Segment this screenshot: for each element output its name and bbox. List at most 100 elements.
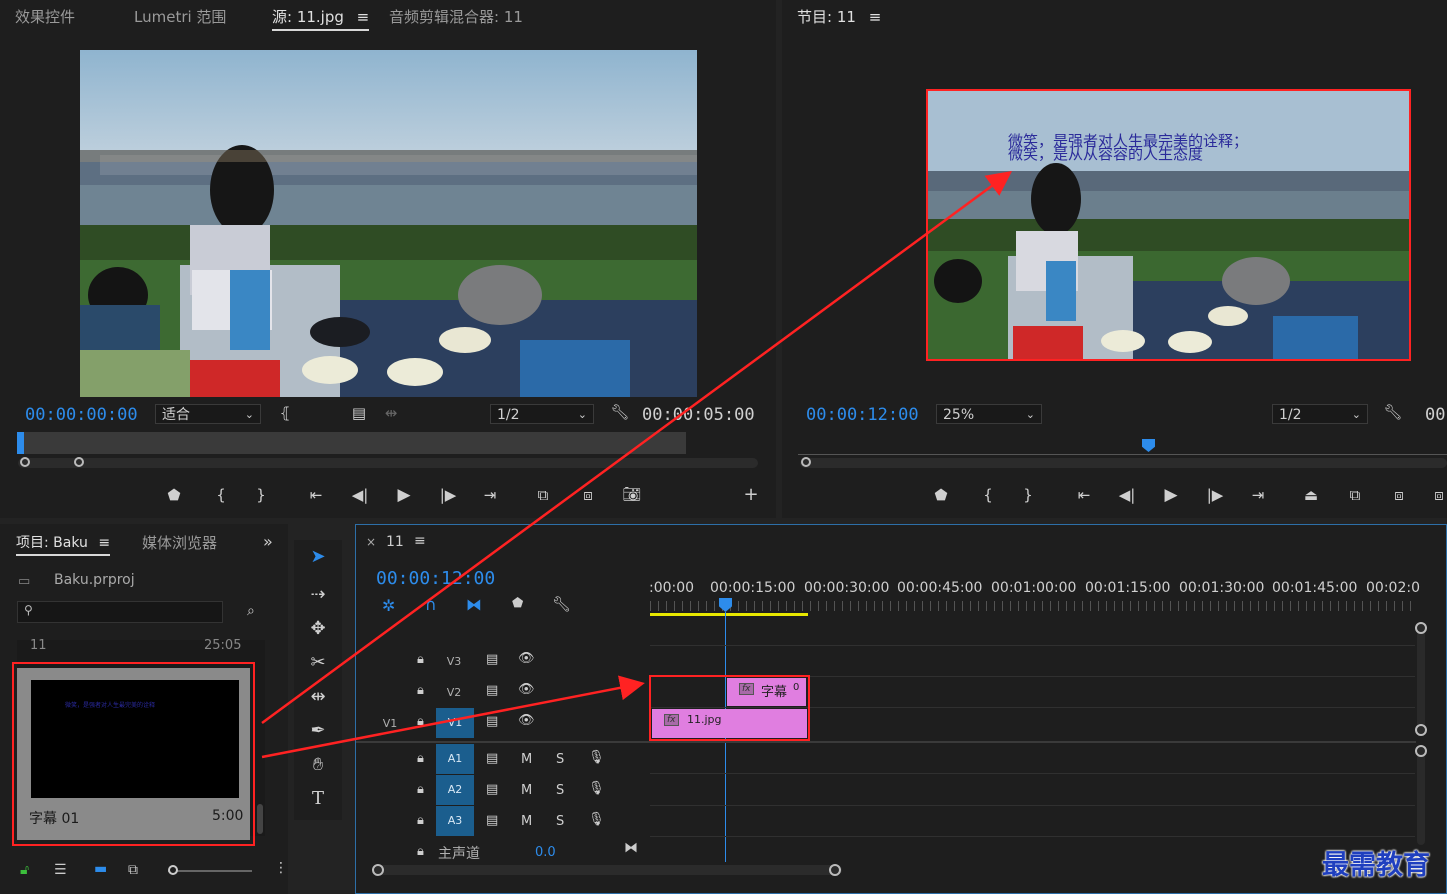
freeform-view-icon[interactable]: ⧉ — [128, 862, 138, 878]
more-options-icon[interactable]: ⋮ — [274, 860, 288, 876]
go-to-out-icon[interactable]: ⇥ — [1247, 486, 1269, 504]
program-zoom-dropdown[interactable]: 25% ⌄ — [936, 404, 1042, 424]
mark-in-icon[interactable]: { — [977, 486, 999, 504]
track-output-icon[interactable]: ▤ — [486, 782, 498, 797]
track-output-icon[interactable]: ▤ — [486, 751, 498, 766]
audio-tracks-scrollbar[interactable] — [1417, 745, 1425, 845]
compare-icon[interactable]: ⧈ — [1428, 486, 1447, 504]
go-to-in-icon[interactable]: ⇤ — [305, 486, 327, 504]
pen-tool-icon[interactable]: ✒︎ — [303, 720, 333, 741]
track-output-icon[interactable]: ▤ — [486, 683, 498, 698]
bin-scrollbar[interactable] — [257, 804, 263, 834]
go-to-in-icon[interactable]: ⇤ — [1073, 486, 1095, 504]
tab-effect-controls[interactable]: 效果控件 — [15, 6, 75, 27]
scroll-handle-right[interactable] — [829, 864, 841, 876]
source-zoom-scrollbar[interactable] — [18, 458, 758, 468]
tab-media-browser[interactable]: 媒体浏览器 — [142, 532, 217, 553]
track-lock-icon[interactable]: 🔒︎ — [417, 683, 424, 698]
timeline-zoom-scrollbar[interactable] — [372, 865, 842, 875]
eye-icon[interactable]: 👁︎ — [518, 682, 535, 697]
export-frame-camera-icon[interactable]: 📷︎ — [621, 485, 643, 503]
lift-icon[interactable]: ⏏︎ — [1300, 486, 1322, 504]
source-timecode-current[interactable]: 00:00:00:00 — [25, 405, 138, 425]
mark-out-icon[interactable]: } — [250, 486, 272, 504]
source-patch-v1[interactable]: V1 — [380, 717, 400, 730]
hand-tool-icon[interactable]: ✋︎ — [303, 754, 333, 775]
list-view-icon[interactable]: ☰ — [54, 862, 67, 878]
filmstrip-icon[interactable]: ▤ — [348, 404, 370, 422]
source-resolution-dropdown[interactable]: 1/2 ⌄ — [490, 404, 594, 424]
timeline-timecode[interactable]: 00:00:12:00 — [376, 568, 495, 589]
selection-tool-icon[interactable]: ➤ — [303, 546, 333, 567]
wrench-icon[interactable]: 🔧︎ — [609, 403, 631, 421]
tab-audio-clip-mixer[interactable]: 音频剪辑混合器: 11 — [389, 6, 523, 27]
track-output-icon[interactable]: ▤ — [486, 813, 498, 828]
program-mini-ruler[interactable] — [798, 446, 1447, 455]
track-name-v2[interactable]: V2 — [437, 686, 471, 699]
scroll-handle-left[interactable] — [372, 864, 384, 876]
scroll-handle-left[interactable] — [801, 457, 811, 467]
more-panels-icon[interactable]: » — [263, 532, 273, 551]
sequence-tab-name[interactable]: 11 — [386, 534, 404, 550]
source-fit-dropdown[interactable]: 适合 ⌄ — [155, 404, 261, 424]
tab-lumetri-scopes[interactable]: Lumetri 范围 — [134, 6, 226, 27]
overwrite-icon[interactable]: ⧈ — [577, 486, 599, 504]
nest-toggle-icon[interactable]: ✲ — [382, 596, 395, 615]
track-lock-icon[interactable]: 🔒︎ — [417, 714, 424, 729]
panel-menu-icon[interactable]: ≡ — [414, 533, 426, 549]
track-output-icon[interactable]: ▤ — [486, 714, 498, 729]
extract-icon[interactable]: ⧉ — [1344, 486, 1366, 504]
razor-tool-icon[interactable]: ✂︎ — [303, 652, 333, 673]
project-search-input[interactable]: ⚲ — [17, 601, 223, 623]
mark-out-icon[interactable]: } — [1017, 486, 1039, 504]
track-select-tool-icon[interactable]: ⇢ — [303, 584, 333, 605]
video-tracks-scrollbar[interactable] — [1417, 622, 1425, 734]
mute-button[interactable]: M — [521, 814, 532, 829]
track-lock-icon[interactable]: 🔒︎ — [417, 751, 424, 766]
microphone-icon[interactable]: 🎙︎ — [588, 750, 605, 765]
work-area-bar[interactable] — [650, 613, 808, 616]
solo-button[interactable]: S — [556, 752, 564, 767]
audio-drag-icon[interactable]: ⇹ — [380, 404, 402, 422]
track-name-v1[interactable]: V1 — [436, 708, 474, 738]
add-button-icon[interactable]: + — [740, 484, 762, 505]
mute-button[interactable]: M — [521, 752, 532, 767]
type-tool-icon[interactable]: T — [303, 788, 333, 809]
track-lock-icon[interactable]: 🔒︎ — [417, 782, 424, 797]
add-marker-icon[interactable]: ⬟ — [930, 486, 952, 504]
tab-program[interactable]: 节目: 11 ≡ — [797, 6, 881, 29]
ripple-edit-tool-icon[interactable]: ✥ — [303, 618, 333, 639]
zoom-slider-handle[interactable] — [168, 865, 178, 875]
export-frame-icon[interactable]: ⧈ — [1388, 486, 1410, 504]
tab-project[interactable]: 项目: Baku ≡ — [16, 532, 111, 556]
source-playhead[interactable] — [17, 432, 24, 454]
track-name-a3[interactable]: A3 — [436, 806, 474, 836]
scroll-handle-left[interactable] — [20, 457, 30, 467]
slip-tool-icon[interactable]: ⇹ — [303, 686, 333, 707]
solo-button[interactable]: S — [556, 783, 564, 798]
go-to-edge-icon[interactable]: ⧓ — [624, 840, 638, 856]
panel-menu-icon[interactable]: ≡ — [869, 8, 882, 26]
insert-bracket-icon[interactable]: ⦃ — [274, 404, 296, 422]
scroll-handle[interactable] — [1415, 622, 1427, 634]
track-lock-icon[interactable]: 🔒︎ — [417, 844, 424, 859]
mark-in-icon[interactable]: { — [210, 486, 232, 504]
eye-icon[interactable]: 👁︎ — [518, 651, 535, 666]
play-icon[interactable]: ▶ — [393, 485, 415, 505]
step-forward-icon[interactable]: |▶ — [1204, 486, 1226, 504]
track-output-icon[interactable]: ▤ — [486, 652, 498, 667]
scroll-handle[interactable] — [1415, 745, 1427, 757]
scroll-handle-right[interactable] — [74, 457, 84, 467]
program-resolution-dropdown[interactable]: 1/2 ⌄ — [1272, 404, 1368, 424]
zoom-slider[interactable] — [168, 870, 252, 872]
track-name-a1[interactable]: A1 — [436, 744, 474, 774]
microphone-icon[interactable]: 🎙︎ — [588, 812, 605, 827]
mute-button[interactable]: M — [521, 783, 532, 798]
track-name-a2[interactable]: A2 — [436, 775, 474, 805]
linked-selection-icon[interactable]: ⧓ — [466, 595, 482, 614]
go-to-out-icon[interactable]: ⇥ — [479, 486, 501, 504]
snap-magnet-icon[interactable]: ∩ — [425, 595, 437, 614]
program-timecode-current[interactable]: 00:00:12:00 — [806, 405, 919, 425]
panel-menu-icon[interactable]: ≡ — [357, 8, 370, 26]
solo-button[interactable]: S — [556, 814, 564, 829]
